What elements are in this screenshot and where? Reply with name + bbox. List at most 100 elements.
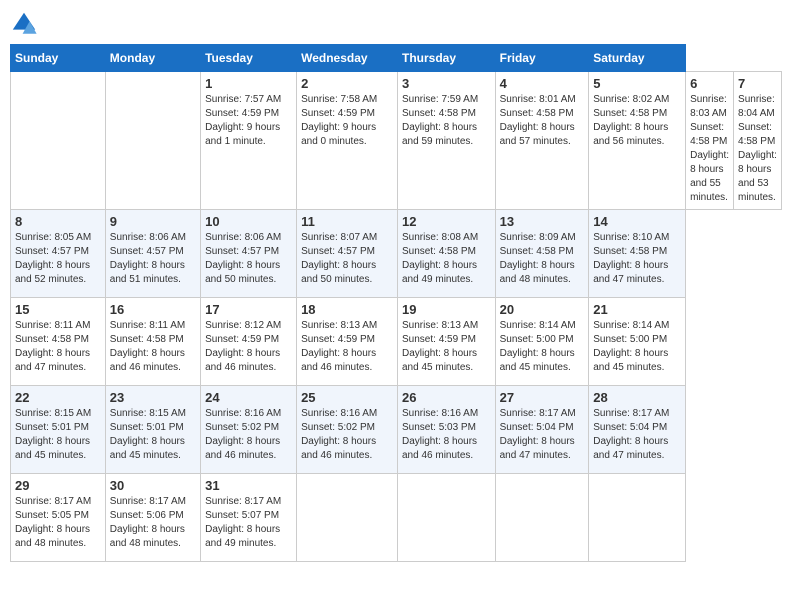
day-info: Sunrise: 8:17 AMSunset: 5:07 PMDaylight:… bbox=[205, 495, 292, 551]
day-info: Sunrise: 8:15 AMSunset: 5:01 PMDaylight:… bbox=[110, 407, 196, 463]
day-number: 9 bbox=[110, 214, 196, 229]
day-info: Sunrise: 8:16 AMSunset: 5:02 PMDaylight:… bbox=[301, 407, 393, 463]
calendar-day-cell: 27Sunrise: 8:17 AMSunset: 5:04 PMDayligh… bbox=[495, 386, 589, 474]
day-info: Sunrise: 8:06 AMSunset: 4:57 PMDaylight:… bbox=[205, 231, 292, 287]
calendar-table: SundayMondayTuesdayWednesdayThursdayFrid… bbox=[10, 44, 782, 562]
day-of-week-header: Thursday bbox=[398, 45, 496, 72]
calendar-week-row: 8Sunrise: 8:05 AMSunset: 4:57 PMDaylight… bbox=[11, 210, 782, 298]
day-info: Sunrise: 7:59 AMSunset: 4:58 PMDaylight:… bbox=[402, 93, 491, 149]
calendar-day-cell: 16 Sunrise: 8:11 AMSunset: 4:58 PMDayligh… bbox=[105, 298, 200, 386]
calendar-day-cell: 23Sunrise: 8:15 AMSunset: 5:01 PMDayligh… bbox=[105, 386, 200, 474]
day-info: Sunrise: 8:15 AMSunset: 5:01 PMDaylight:… bbox=[15, 407, 101, 463]
day-number: 13 bbox=[500, 214, 585, 229]
day-number: 29 bbox=[15, 478, 101, 493]
day-info: Sunrise: 8:14 AMSunset: 5:00 PMDaylight:… bbox=[593, 319, 681, 375]
calendar-day-cell bbox=[398, 474, 496, 562]
calendar-day-cell bbox=[297, 474, 398, 562]
calendar-day-cell: 26 Sunrise: 8:16 AMSunset: 5:03 PMDayligh… bbox=[398, 386, 496, 474]
calendar-day-cell: 30 Sunrise: 8:17 AMSunset: 5:06 PMDayligh… bbox=[105, 474, 200, 562]
day-number: 28 bbox=[593, 390, 681, 405]
day-info: Sunrise: 8:03 AMSunset: 4:58 PMDaylight:… bbox=[690, 93, 729, 205]
day-info: Sunrise: 8:04 AMSunset: 4:58 PMDaylight:… bbox=[738, 93, 777, 205]
day-info: Sunrise: 8:17 AMSunset: 5:04 PMDaylight:… bbox=[500, 407, 585, 463]
calendar-day-cell: 22 Sunrise: 8:15 AMSunset: 5:01 PMDayligh… bbox=[11, 386, 106, 474]
day-number: 12 bbox=[402, 214, 491, 229]
day-info: Sunrise: 8:17 AMSunset: 5:05 PMDaylight:… bbox=[15, 495, 101, 551]
day-of-week-header: Sunday bbox=[11, 45, 106, 72]
calendar-day-cell: 17Sunrise: 8:12 AMSunset: 4:59 PMDayligh… bbox=[201, 298, 297, 386]
day-info: Sunrise: 8:06 AMSunset: 4:57 PMDaylight:… bbox=[110, 231, 196, 287]
calendar-day-cell bbox=[589, 474, 686, 562]
day-number: 8 bbox=[15, 214, 101, 229]
calendar-week-row: 15 Sunrise: 8:11 AMSunset: 4:58 PMDayligh… bbox=[11, 298, 782, 386]
day-number: 2 bbox=[301, 76, 393, 91]
day-number: 7 bbox=[738, 76, 777, 91]
calendar-day-cell: 28 Sunrise: 8:17 AMSunset: 5:04 PMDayligh… bbox=[589, 386, 686, 474]
day-of-week-header: Saturday bbox=[589, 45, 686, 72]
day-number: 16 bbox=[110, 302, 196, 317]
day-of-week-header: Friday bbox=[495, 45, 589, 72]
calendar-day-cell: 9 Sunrise: 8:06 AMSunset: 4:57 PMDaylight… bbox=[105, 210, 200, 298]
day-info: Sunrise: 8:17 AMSunset: 5:04 PMDaylight:… bbox=[593, 407, 681, 463]
calendar-day-cell: 18Sunrise: 8:13 AMSunset: 4:59 PMDayligh… bbox=[297, 298, 398, 386]
calendar-day-cell: 6Sunrise: 8:03 AMSunset: 4:58 PMDaylight… bbox=[686, 72, 734, 210]
day-info: Sunrise: 7:58 AMSunset: 4:59 PMDaylight:… bbox=[301, 93, 393, 149]
day-number: 5 bbox=[593, 76, 681, 91]
day-of-week-header: Tuesday bbox=[201, 45, 297, 72]
calendar-day-cell: 31 Sunrise: 8:17 AMSunset: 5:07 PMDayligh… bbox=[201, 474, 297, 562]
calendar-header-row: SundayMondayTuesdayWednesdayThursdayFrid… bbox=[11, 45, 782, 72]
calendar-week-row: 29 Sunrise: 8:17 AMSunset: 5:05 PMDayligh… bbox=[11, 474, 782, 562]
logo bbox=[10, 10, 42, 38]
day-number: 10 bbox=[205, 214, 292, 229]
day-info: Sunrise: 8:11 AMSunset: 4:58 PMDaylight:… bbox=[110, 319, 196, 375]
day-info: Sunrise: 8:08 AMSunset: 4:58 PMDaylight:… bbox=[402, 231, 491, 287]
day-number: 3 bbox=[402, 76, 491, 91]
day-number: 21 bbox=[593, 302, 681, 317]
day-info: Sunrise: 7:57 AMSunset: 4:59 PMDaylight:… bbox=[205, 93, 292, 149]
calendar-day-cell: 13Sunrise: 8:09 AMSunset: 4:58 PMDayligh… bbox=[495, 210, 589, 298]
day-info: Sunrise: 8:13 AMSunset: 4:59 PMDaylight:… bbox=[402, 319, 491, 375]
day-info: Sunrise: 8:11 AMSunset: 4:58 PMDaylight:… bbox=[15, 319, 101, 375]
day-info: Sunrise: 8:01 AMSunset: 4:58 PMDaylight:… bbox=[500, 93, 585, 149]
day-info: Sunrise: 8:07 AMSunset: 4:57 PMDaylight:… bbox=[301, 231, 393, 287]
day-number: 22 bbox=[15, 390, 101, 405]
day-number: 11 bbox=[301, 214, 393, 229]
calendar-day-cell: 11 Sunrise: 8:07 AMSunset: 4:57 PMDayligh… bbox=[297, 210, 398, 298]
day-of-week-header: Wednesday bbox=[297, 45, 398, 72]
day-number: 25 bbox=[301, 390, 393, 405]
day-info: Sunrise: 8:16 AMSunset: 5:03 PMDaylight:… bbox=[402, 407, 491, 463]
day-info: Sunrise: 8:10 AMSunset: 4:58 PMDaylight:… bbox=[593, 231, 681, 287]
calendar-day-cell: 29 Sunrise: 8:17 AMSunset: 5:05 PMDayligh… bbox=[11, 474, 106, 562]
calendar-day-cell bbox=[11, 72, 106, 210]
calendar-day-cell: 21 Sunrise: 8:14 AMSunset: 5:00 PMDayligh… bbox=[589, 298, 686, 386]
calendar-day-cell bbox=[495, 474, 589, 562]
day-number: 17 bbox=[205, 302, 292, 317]
day-number: 4 bbox=[500, 76, 585, 91]
day-number: 14 bbox=[593, 214, 681, 229]
calendar-day-cell: 7 Sunrise: 8:04 AMSunset: 4:58 PMDaylight… bbox=[734, 72, 782, 210]
calendar-day-cell: 1Sunrise: 7:57 AMSunset: 4:59 PMDaylight… bbox=[201, 72, 297, 210]
day-number: 18 bbox=[301, 302, 393, 317]
calendar-day-cell: 8Sunrise: 8:05 AMSunset: 4:57 PMDaylight… bbox=[11, 210, 106, 298]
calendar-day-cell: 14 Sunrise: 8:10 AMSunset: 4:58 PMDayligh… bbox=[589, 210, 686, 298]
calendar-day-cell: 5 Sunrise: 8:02 AMSunset: 4:58 PMDaylight… bbox=[589, 72, 686, 210]
calendar-day-cell: 25 Sunrise: 8:16 AMSunset: 5:02 PMDayligh… bbox=[297, 386, 398, 474]
day-info: Sunrise: 8:02 AMSunset: 4:58 PMDaylight:… bbox=[593, 93, 681, 149]
calendar-day-cell: 20Sunrise: 8:14 AMSunset: 5:00 PMDayligh… bbox=[495, 298, 589, 386]
calendar-day-cell bbox=[105, 72, 200, 210]
logo-icon bbox=[10, 10, 38, 38]
calendar-day-cell: 3 Sunrise: 7:59 AMSunset: 4:58 PMDaylight… bbox=[398, 72, 496, 210]
calendar-week-row: 1Sunrise: 7:57 AMSunset: 4:59 PMDaylight… bbox=[11, 72, 782, 210]
calendar-day-cell: 2 Sunrise: 7:58 AMSunset: 4:59 PMDaylight… bbox=[297, 72, 398, 210]
calendar-day-cell: 24Sunrise: 8:16 AMSunset: 5:02 PMDayligh… bbox=[201, 386, 297, 474]
day-number: 24 bbox=[205, 390, 292, 405]
calendar-day-cell: 19 Sunrise: 8:13 AMSunset: 4:59 PMDayligh… bbox=[398, 298, 496, 386]
day-info: Sunrise: 8:17 AMSunset: 5:06 PMDaylight:… bbox=[110, 495, 196, 551]
day-number: 15 bbox=[15, 302, 101, 317]
calendar-week-row: 22 Sunrise: 8:15 AMSunset: 5:01 PMDayligh… bbox=[11, 386, 782, 474]
day-info: Sunrise: 8:14 AMSunset: 5:00 PMDaylight:… bbox=[500, 319, 585, 375]
day-number: 30 bbox=[110, 478, 196, 493]
day-number: 19 bbox=[402, 302, 491, 317]
day-number: 26 bbox=[402, 390, 491, 405]
day-number: 31 bbox=[205, 478, 292, 493]
